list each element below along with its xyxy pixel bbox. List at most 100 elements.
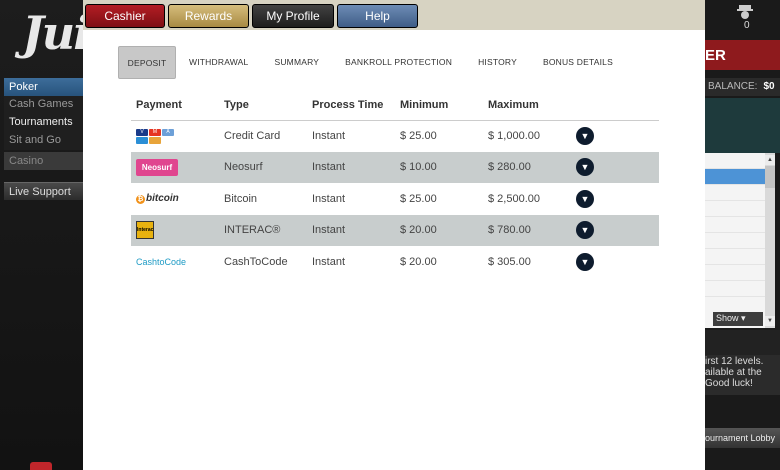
list-item[interactable] [705, 217, 765, 233]
process-time: Instant [312, 130, 346, 142]
cashier-subnav: DEPOSIT WITHDRAWAL SUMMARY BANKROLL PROT… [118, 46, 626, 79]
cashier-modal: Cashier Rewards My Profile Help DEPOSIT … [83, 0, 705, 470]
card-icon [149, 136, 161, 144]
header-type: Type [219, 90, 307, 121]
chevron-down-icon[interactable]: ▼ [576, 127, 594, 145]
list-item[interactable] [705, 185, 765, 201]
user-count: 0 [744, 20, 750, 31]
balance-bar: BALANCE: $0 [705, 78, 780, 96]
user-icon[interactable] [735, 3, 755, 21]
minimum: $ 10.00 [395, 151, 483, 183]
top-tabs: Cashier Rewards My Profile Help [85, 4, 418, 28]
maximum: $ 2,500.00 [488, 192, 540, 205]
table-row[interactable]: Interac INTERAC® Instant $ 20.00 $ 780.0… [131, 214, 659, 246]
sidebar-item-poker[interactable]: Poker [4, 78, 83, 96]
bitcoin-icon: ₿ [136, 195, 145, 205]
card-icon [136, 136, 148, 144]
subnav-withdrawal[interactable]: WITHDRAWAL [176, 46, 261, 79]
table-row[interactable]: Neosurf Neosurf Instant $ 10.00 $ 280.00… [131, 151, 659, 183]
table-row[interactable]: V M A Credit Card Instant $ 25.00 $ 1,00… [131, 120, 659, 152]
visa-icon: V [136, 128, 148, 136]
interac-logo: Interac [136, 221, 154, 240]
minimum: $ 25.00 [400, 192, 437, 205]
payment-type: CashToCode [224, 255, 288, 268]
site-logo: Jui [22, 6, 91, 60]
list-item[interactable] [705, 153, 765, 169]
payment-logo-cell: CashtoCode [131, 246, 219, 278]
payment-logo-cell: ₿ bitcoin [131, 183, 219, 215]
header-action [571, 90, 659, 121]
scroll-thumb[interactable] [765, 166, 775, 188]
tab-help[interactable]: Help [337, 4, 418, 28]
credit-card-logos: V M A [136, 128, 178, 144]
payment-type: Bitcoin [224, 192, 258, 205]
payment-type: INTERAC® [219, 214, 307, 246]
chevron-down-icon[interactable]: ▼ [576, 221, 594, 240]
list-item[interactable] [705, 281, 765, 297]
subnav-summary[interactable]: SUMMARY [261, 46, 332, 79]
maximum: $ 780.00 [483, 214, 571, 246]
amex-icon: A [162, 128, 174, 136]
process-time: Instant [312, 255, 346, 268]
bitcoin-logo: ₿ bitcoin [136, 193, 179, 205]
list-item[interactable] [705, 169, 765, 185]
payment-type: Credit Card [224, 130, 281, 142]
chevron-down-icon[interactable]: ▼ [576, 189, 594, 208]
table-row[interactable]: CashtoCode CashToCode Instant $ 20.00 $ … [131, 246, 659, 278]
minimum: $ 20.00 [400, 255, 437, 268]
subnav-bonus-details[interactable]: BONUS DETAILS [530, 46, 626, 79]
chevron-down-icon[interactable]: ▼ [576, 158, 594, 177]
tab-my-profile[interactable]: My Profile [252, 4, 334, 28]
mastercard-icon: M [149, 128, 161, 136]
minimum: $ 25.00 [400, 130, 437, 142]
list-item[interactable] [705, 265, 765, 281]
minimum: $ 20.00 [395, 214, 483, 246]
chevron-down-icon[interactable]: ▼ [576, 252, 594, 271]
balance-value: $0 [763, 81, 775, 92]
tournament-lobby-button[interactable]: ournament Lobby [695, 428, 780, 448]
sidebar-item-sit-and-go[interactable]: Sit and Go [4, 132, 83, 150]
balance-label: BALANCE: [708, 81, 758, 92]
payment-methods-table: Payment Type Process Time Minimum Maximu… [131, 90, 659, 278]
subnav-deposit[interactable]: DEPOSIT [118, 46, 176, 79]
promo-text: irst 12 levels. ailable at the Good luck… [705, 355, 780, 395]
background-sidebar: Jui [0, 0, 91, 470]
tab-cashier[interactable]: Cashier [85, 4, 165, 28]
bottom-red-tab [30, 462, 52, 470]
teal-panel [705, 98, 780, 153]
list-item[interactable] [705, 249, 765, 265]
process-time: Instant [307, 151, 395, 183]
process-time: Instant [307, 214, 395, 246]
table-header-row: Payment Type Process Time Minimum Maximu… [131, 90, 659, 121]
maximum: $ 1,000.00 [488, 130, 540, 142]
sidebar-nav: Poker Cash Games Tournaments Sit and Go … [4, 78, 83, 170]
list-scrollbar[interactable]: ▲ ▼ [765, 153, 775, 328]
maximum: $ 305.00 [488, 255, 531, 268]
cashtocode-logo: CashtoCode [136, 256, 187, 267]
payment-logo-cell: Neosurf [131, 151, 219, 183]
header-process-time: Process Time [307, 90, 395, 121]
payment-logo-cell: Interac [131, 214, 219, 246]
live-support-button[interactable]: Live Support [4, 182, 83, 200]
header-payment: Payment [131, 90, 219, 121]
table-row[interactable]: ₿ bitcoin Bitcoin Instant $ 25.00 $ 2,500… [131, 183, 659, 215]
scroll-up-icon[interactable]: ▲ [765, 155, 775, 165]
list-item[interactable] [705, 201, 765, 217]
sidebar-item-cash-games[interactable]: Cash Games [4, 96, 83, 114]
scroll-down-icon[interactable]: ▼ [765, 316, 775, 326]
subnav-history[interactable]: HISTORY [465, 46, 530, 79]
list-item[interactable] [705, 233, 765, 249]
maximum: $ 280.00 [483, 151, 571, 183]
dark-panel [705, 330, 780, 355]
show-select[interactable]: Show ▾ [713, 312, 763, 326]
tab-rewards[interactable]: Rewards [168, 4, 249, 28]
header-maximum: Maximum [483, 90, 571, 121]
header-minimum: Minimum [395, 90, 483, 121]
promo-banner: ER [705, 40, 780, 70]
payment-logo-cell: V M A [131, 120, 219, 152]
subnav-bankroll-protection[interactable]: BANKROLL PROTECTION [332, 46, 465, 79]
process-time: Instant [312, 192, 346, 205]
sidebar-item-tournaments[interactable]: Tournaments [4, 114, 83, 132]
neosurf-logo: Neosurf [136, 158, 178, 176]
sidebar-item-casino[interactable]: Casino [4, 152, 83, 170]
